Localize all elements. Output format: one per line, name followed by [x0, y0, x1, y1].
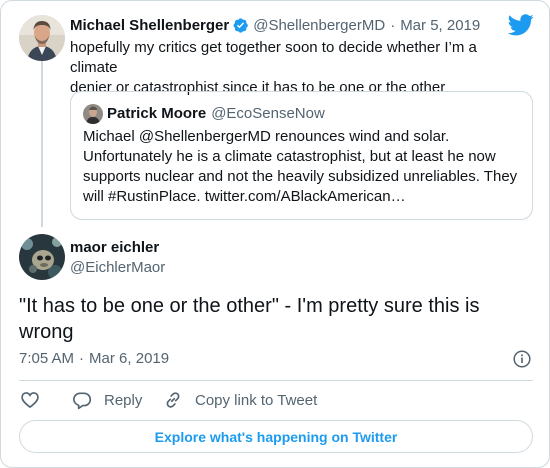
parent-tweet-text: hopefully my critics get together soon t… — [70, 38, 520, 98]
parent-tweet-text-line: hopefully my critics get together soon t… — [70, 39, 477, 76]
author-name[interactable]: maor eichler — [70, 239, 159, 256]
reply-label: Reply — [104, 391, 143, 409]
author-handle[interactable]: @EichlerMaor — [70, 259, 165, 276]
avatar-michael-shellenberger[interactable] — [19, 15, 65, 61]
quoted-text-line: Michael @ShellenbergerMD renounces wind … — [83, 128, 450, 145]
quoted-author-handle: @EcoSenseNow — [211, 105, 325, 122]
main-tweet-text-line: "It has to be one or the other" - I'm pr… — [19, 295, 480, 317]
avatar-maor-eichler[interactable] — [19, 234, 65, 280]
separator-dot: · — [390, 17, 396, 34]
twitter-bird-icon[interactable] — [508, 14, 534, 36]
copy-link-button[interactable]: Copy link to Tweet — [163, 390, 317, 410]
author-handle[interactable]: @ShellenbergerMD — [253, 17, 385, 34]
main-tweet-text: "It has to be one or the other" - I'm pr… — [19, 293, 529, 345]
embedded-tweet-card: Michael Shellenberger @ShellenbergerMD ·… — [0, 0, 550, 468]
link-icon — [166, 392, 180, 408]
quoted-text-line: Unfortunately he is a climate catastroph… — [83, 148, 496, 165]
author-name[interactable]: Michael Shellenberger — [70, 17, 229, 34]
thread-connector-line — [41, 61, 43, 227]
reply-icon — [73, 392, 92, 410]
heart-icon — [21, 392, 39, 409]
reply-button[interactable]: Reply — [72, 390, 142, 410]
parent-tweet-header: Michael Shellenberger @ShellenbergerMD ·… — [70, 17, 480, 34]
main-tweet-author: maor eichler — [70, 239, 159, 256]
quoted-tweet-header: Patrick Moore @EcoSenseNow — [107, 105, 325, 122]
tweet-time: 7:05 AM — [19, 350, 75, 367]
info-icon[interactable] — [513, 350, 531, 368]
quoted-text-line: supports nuclear and not the heavily sub… — [83, 168, 518, 185]
separator-dot: · — [79, 350, 85, 367]
explore-twitter-button[interactable]: Explore what's happening on Twitter — [19, 420, 533, 453]
copy-link-label: Copy link to Tweet — [195, 391, 318, 409]
quoted-tweet-text: Michael @ShellenbergerMD renounces wind … — [83, 127, 523, 207]
tweet-date: Mar 6, 2019 — [89, 350, 170, 367]
explore-label: Explore what's happening on Twitter — [154, 428, 398, 445]
tweet-date[interactable]: Mar 5, 2019 — [400, 17, 480, 34]
like-button[interactable] — [20, 390, 52, 410]
quoted-tweet[interactable]: Patrick Moore @EcoSenseNow Michael @Shel… — [70, 91, 533, 220]
avatar-patrick-moore — [83, 104, 103, 124]
quoted-author-name: Patrick Moore — [107, 105, 207, 122]
divider — [19, 380, 533, 381]
quoted-text-line: will #RustinPlace. twitter.com/ABlackAme… — [83, 188, 406, 205]
verified-badge-icon — [233, 18, 248, 33]
tweet-timestamp[interactable]: 7:05 AM · Mar 6, 2019 — [19, 350, 169, 367]
main-tweet-text-line: wrong — [19, 321, 74, 343]
main-tweet-handle-row: @EichlerMaor — [70, 259, 165, 276]
